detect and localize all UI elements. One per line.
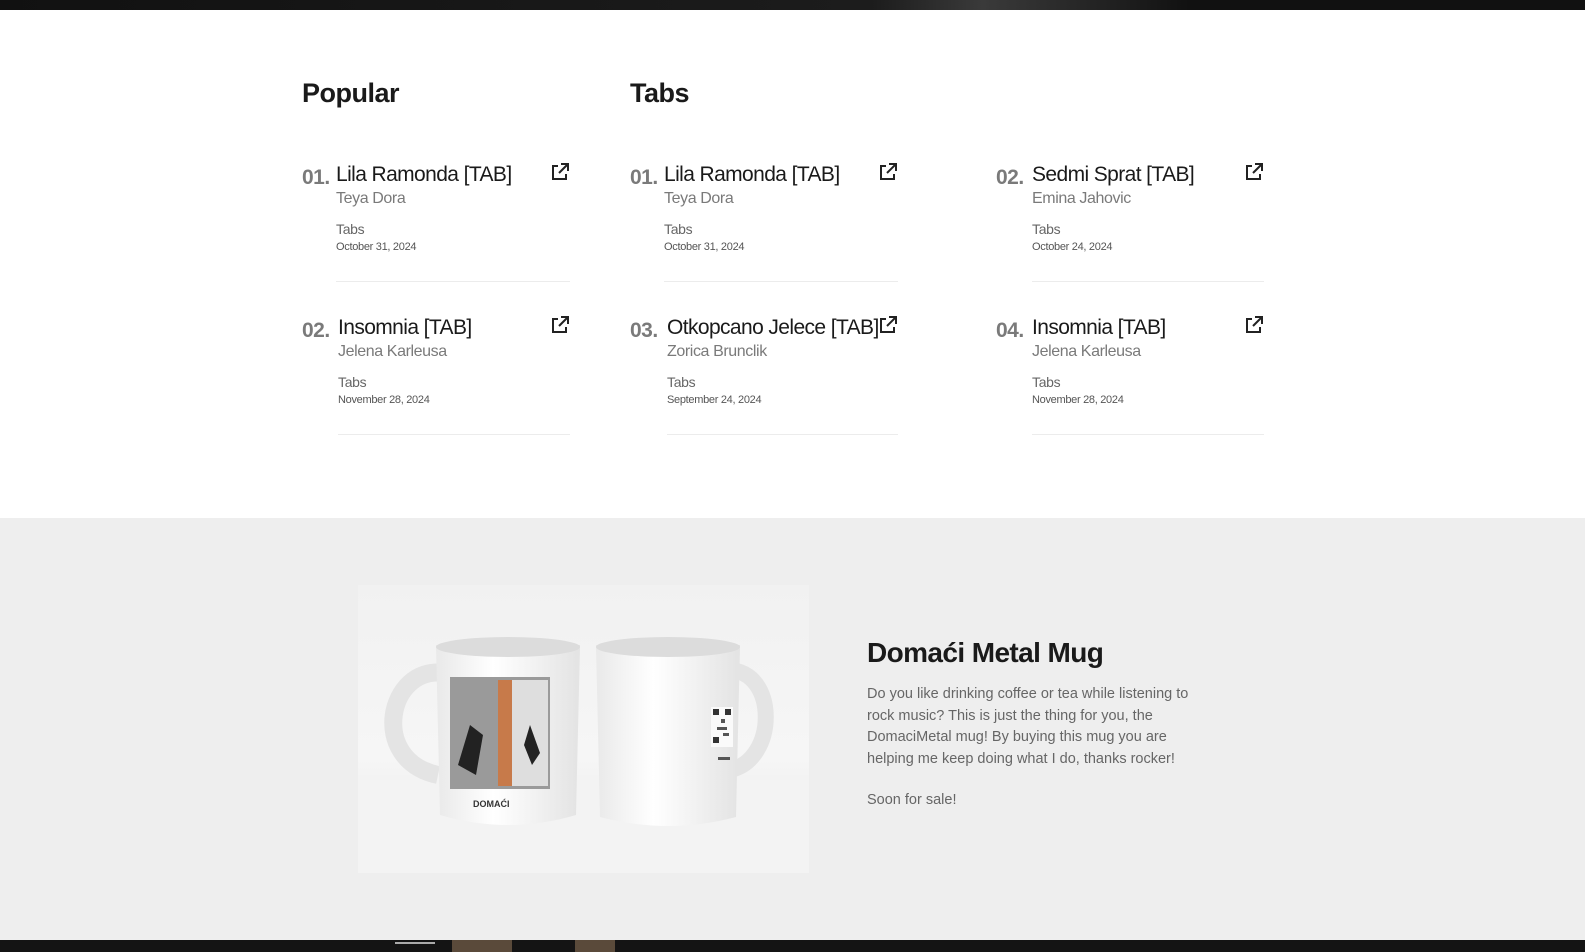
list-item[interactable]: 02. Insomnia [TAB] Jelena Karleusa Tabs … — [302, 315, 570, 443]
divider — [338, 434, 570, 435]
item-date: September 24, 2024 — [667, 394, 762, 406]
item-title[interactable]: Insomnia [TAB] — [338, 315, 472, 341]
footer-image-strip — [0, 940, 1585, 952]
item-number: 01. — [630, 166, 658, 189]
item-category[interactable]: Tabs — [1032, 220, 1194, 238]
item-category[interactable]: Tabs — [336, 220, 512, 238]
item-number: 03. — [630, 319, 658, 342]
tabs-heading: Tabs — [630, 78, 690, 108]
item-title[interactable]: Insomnia [TAB] — [1032, 315, 1166, 341]
item-date: October 31, 2024 — [664, 241, 745, 253]
item-date: October 31, 2024 — [336, 241, 417, 253]
header-image-strip — [0, 0, 1585, 10]
divider — [1032, 281, 1264, 282]
item-title[interactable]: Lila Ramonda [TAB] — [336, 162, 512, 188]
divider — [667, 434, 898, 435]
external-link-icon[interactable] — [550, 315, 570, 335]
promo-sale-note: Soon for sale! — [867, 792, 957, 808]
external-link-icon[interactable] — [878, 162, 898, 182]
item-date: October 24, 2024 — [1032, 241, 1113, 253]
item-number: 02. — [302, 319, 330, 342]
item-artist: Teya Dora — [664, 190, 734, 207]
item-number: 02. — [996, 166, 1024, 189]
item-artist: Teya Dora — [336, 190, 406, 207]
list-item[interactable]: 01. Lila Ramonda [TAB] Teya Dora Tabs Oc… — [302, 162, 570, 290]
divider — [336, 281, 570, 282]
item-date: November 28, 2024 — [1032, 394, 1124, 406]
list-item[interactable]: 02. Sedmi Sprat [TAB] Emina Jahovic Tabs… — [996, 162, 1264, 290]
item-artist: Jelena Karleusa — [1032, 343, 1141, 360]
mug-print-label: DOMAĆI — [473, 798, 510, 809]
external-link-icon[interactable] — [550, 162, 570, 182]
item-title[interactable]: Lila Ramonda [TAB] — [664, 162, 840, 188]
promo-title: Domaći Metal Mug — [867, 637, 1104, 668]
item-category[interactable]: Tabs — [667, 373, 879, 391]
item-category[interactable]: Tabs — [338, 373, 472, 391]
item-title[interactable]: Otkopcano Jelece [TAB] — [667, 315, 879, 341]
item-artist: Zorica Brunclik — [667, 343, 767, 360]
item-category[interactable]: Tabs — [664, 220, 840, 238]
item-artist: Jelena Karleusa — [338, 343, 447, 360]
item-category[interactable]: Tabs — [1032, 373, 1166, 391]
item-date: November 28, 2024 — [338, 394, 430, 406]
external-link-icon[interactable] — [1244, 315, 1264, 335]
item-title[interactable]: Sedmi Sprat [TAB] — [1032, 162, 1195, 188]
mug-product-image: DOMAĆI — [358, 585, 809, 873]
item-number: 01. — [302, 166, 330, 189]
divider — [1032, 434, 1264, 435]
divider — [664, 281, 898, 282]
item-artist: Emina Jahovic — [1032, 190, 1131, 207]
list-item[interactable]: 04. Insomnia [TAB] Jelena Karleusa Tabs … — [996, 315, 1264, 443]
item-number: 04. — [996, 319, 1024, 342]
popular-heading: Popular — [302, 78, 400, 108]
list-item[interactable]: 01. Lila Ramonda [TAB] Teya Dora Tabs Oc… — [630, 162, 898, 290]
external-link-icon[interactable] — [878, 315, 898, 335]
external-link-icon[interactable] — [1244, 162, 1264, 182]
promo-description: Do you like drinking coffee or tea while… — [867, 686, 1189, 767]
list-item[interactable]: 03. Otkopcano Jelece [TAB] Zorica Bruncl… — [630, 315, 898, 443]
